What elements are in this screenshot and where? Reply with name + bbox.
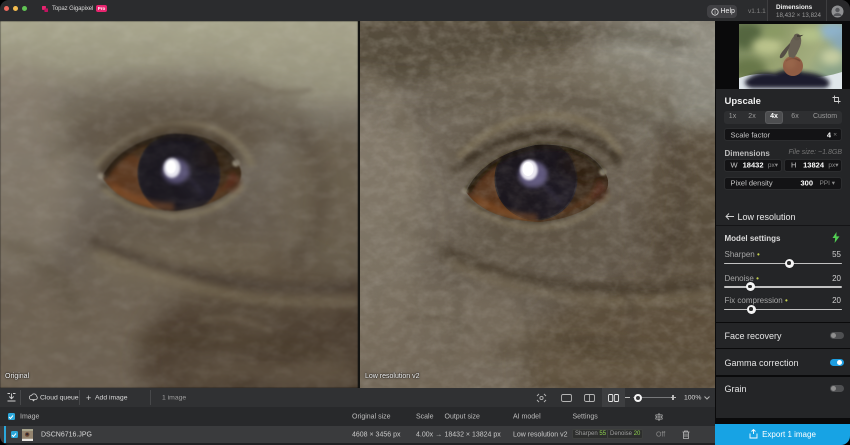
svg-text:i: i bbox=[714, 10, 715, 16]
